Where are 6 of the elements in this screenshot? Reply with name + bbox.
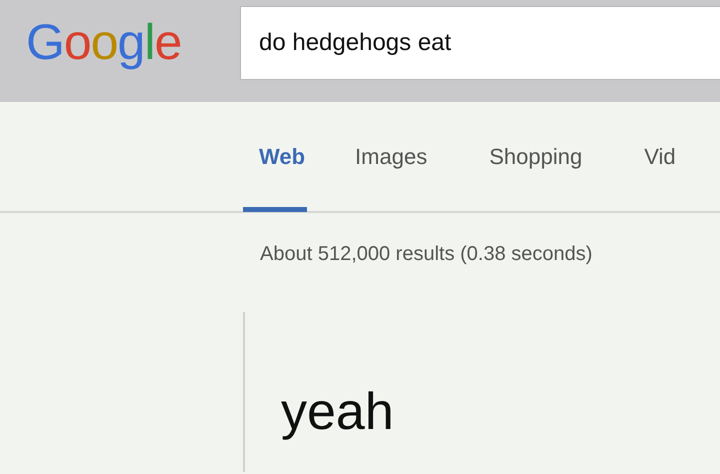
- result-stats: About 512,000 results (0.38 seconds): [260, 243, 592, 266]
- tab[interactable]: Shopping: [489, 144, 584, 212]
- tab[interactable]: Images: [355, 144, 430, 212]
- tab[interactable]: Vid: [644, 144, 678, 212]
- answer-text: yeah: [281, 382, 394, 442]
- search-field[interactable]: do hedgehogs eat: [240, 6, 720, 80]
